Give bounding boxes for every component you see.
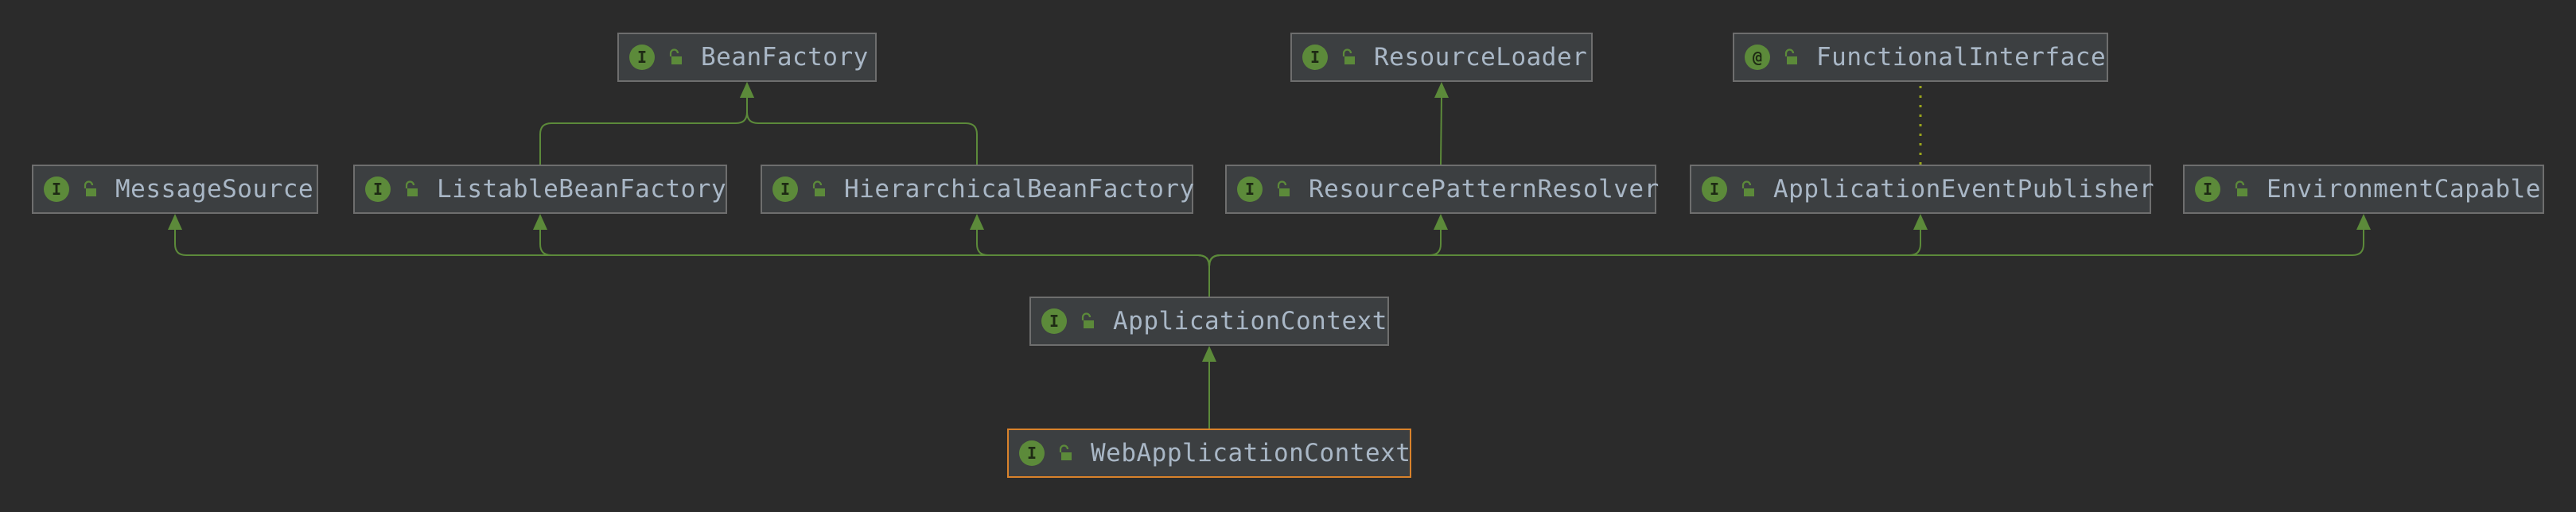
node-label: BeanFactory: [701, 43, 869, 72]
annotation-type-icon: @: [1745, 45, 1770, 70]
node-label: FunctionalInterface: [1816, 43, 2107, 72]
arrowhead-resource-loader: [1434, 82, 1449, 98]
node-label: WebApplicationContext: [1091, 439, 1411, 467]
edge-application-context-to-message-source: [174, 228, 1210, 297]
node-label: ApplicationContext: [1113, 307, 1387, 336]
arrowhead-resource-pattern-resolver: [1434, 214, 1448, 230]
arrowhead-message-source: [168, 214, 182, 230]
node-label: ApplicationEventPublisher: [1773, 175, 2155, 204]
interface-type-icon: I: [1041, 308, 1067, 334]
node-label: MessageSource: [115, 175, 314, 204]
interface-type-icon: I: [1237, 176, 1263, 202]
node-application-context[interactable]: I ApplicationContext: [1029, 297, 1389, 346]
interface-type-icon: I: [772, 176, 798, 202]
node-functional-interface[interactable]: @ FunctionalInterface: [1733, 33, 2108, 82]
edge-application-context-to-hierarchical-bean-factory: [976, 228, 1210, 297]
node-listable-bean-factory[interactable]: I ListableBeanFactory: [353, 165, 727, 214]
node-environment-capable[interactable]: I EnvironmentCapable: [2183, 165, 2544, 214]
unlocked-padlock-icon: [2235, 180, 2247, 196]
edge-listable-bean-factory-to-bean-factory: [539, 96, 748, 165]
node-hierarchical-bean-factory[interactable]: I HierarchicalBeanFactory: [761, 165, 1195, 214]
unlocked-padlock-icon: [1277, 180, 1290, 196]
edge-resource-pattern-resolver-to-resource-loader: [1440, 95, 1442, 165]
arrowhead-application-event-publisher: [1913, 214, 1928, 230]
node-resource-pattern-resolver[interactable]: I ResourcePatternResolver: [1225, 165, 1659, 214]
arrowhead-environment-capable: [2356, 214, 2371, 230]
edge-application-context-to-environment-capable: [1208, 228, 2364, 297]
interface-type-icon: I: [2195, 176, 2220, 202]
arrowhead-listable-bean-factory: [533, 214, 547, 230]
node-label: EnvironmentCapable: [2267, 175, 2541, 204]
node-resource-loader[interactable]: I ResourceLoader: [1290, 33, 1593, 82]
unlocked-padlock-icon: [669, 48, 682, 64]
interface-type-icon: I: [1702, 176, 1727, 202]
interface-type-icon: I: [1302, 45, 1328, 70]
interface-type-icon: I: [629, 45, 655, 70]
edge-application-context-to-listable-bean-factory: [539, 228, 1210, 297]
arrowhead-application-context: [1202, 346, 1216, 362]
unlocked-padlock-icon: [812, 180, 825, 196]
node-label: ResourceLoader: [1374, 43, 1588, 72]
node-label: ListableBeanFactory: [437, 175, 727, 204]
node-message-source[interactable]: I MessageSource: [32, 165, 318, 214]
interface-type-icon: I: [44, 176, 69, 202]
interface-type-icon: I: [1019, 440, 1045, 466]
arrowhead-hierarchical-bean-factory: [970, 214, 984, 230]
node-label: HierarchicalBeanFactory: [844, 175, 1195, 204]
unlocked-padlock-icon: [1741, 180, 1754, 196]
unlocked-padlock-icon: [1342, 48, 1355, 64]
unlocked-padlock-icon: [1059, 444, 1072, 460]
node-bean-factory[interactable]: I BeanFactory: [617, 33, 877, 82]
unlocked-padlock-icon: [1784, 48, 1797, 64]
node-web-application-context[interactable]: I WebApplicationContext: [1007, 429, 1411, 478]
node-label: ResourcePatternResolver: [1309, 175, 1660, 204]
edge-hierarchical-bean-factory-to-bean-factory: [746, 96, 978, 165]
unlocked-padlock-icon: [405, 180, 418, 196]
edge-application-context-to-resource-pattern-resolver: [1208, 228, 1442, 297]
edge-application-context-to-application-event-publisher: [1208, 228, 1921, 297]
interface-type-icon: I: [365, 176, 391, 202]
node-application-event-publisher[interactable]: I ApplicationEventPublisher: [1690, 165, 2155, 214]
arrowhead-bean-factory: [740, 82, 754, 98]
unlocked-padlock-icon: [1081, 312, 1094, 328]
unlocked-padlock-icon: [84, 180, 96, 196]
